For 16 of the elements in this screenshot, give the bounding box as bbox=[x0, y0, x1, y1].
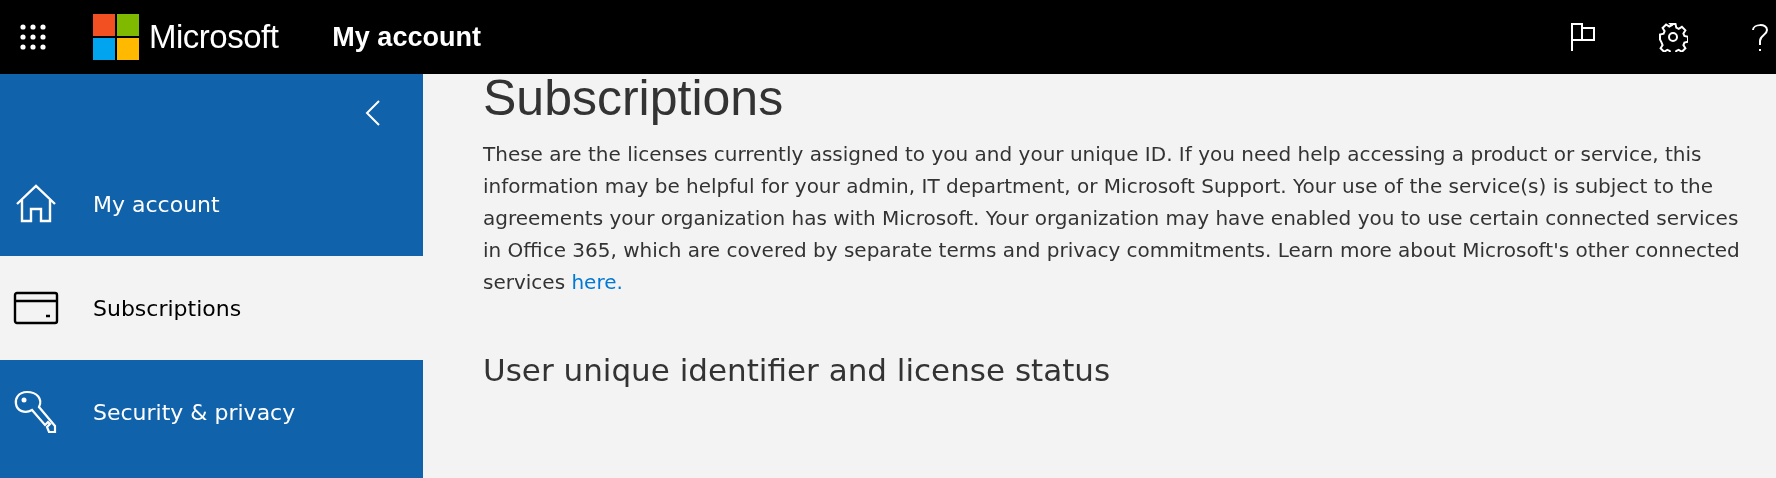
card-icon bbox=[13, 291, 59, 325]
description-text: These are the licenses currently assigned to you and your unique ID. If you need help accessing a product or service, this information may be helpful for your admin, IT department, or Microsoft Support. Your use of the service(s) is subject to the agreements your organization has with Microsoft. Your organization may have enabled you to use certain connected services in Office 365, which are covered by separate terms and privacy commitments. Learn more about Microsoft's other connected services here. bbox=[483, 142, 1740, 294]
app-title[interactable]: My account bbox=[332, 21, 481, 53]
settings-icon[interactable] bbox=[1658, 22, 1688, 52]
sidebar-item[interactable]: Subscriptions bbox=[0, 256, 423, 360]
sidebar-item[interactable]: My account bbox=[0, 152, 423, 256]
section-heading: User unique identifier and license status bbox=[483, 352, 1112, 388]
help-icon[interactable] bbox=[1750, 21, 1770, 53]
logo-icon bbox=[93, 14, 139, 60]
brand-name: Microsoft bbox=[149, 18, 279, 56]
key-icon bbox=[13, 389, 59, 435]
flag-icon[interactable] bbox=[1570, 22, 1596, 52]
app-launcher-icon[interactable] bbox=[20, 24, 46, 50]
sidebar-item[interactable]: Security & privacy bbox=[0, 360, 423, 464]
here-link[interactable]: here. bbox=[571, 270, 623, 294]
collapse-chevron-icon[interactable] bbox=[365, 99, 381, 127]
